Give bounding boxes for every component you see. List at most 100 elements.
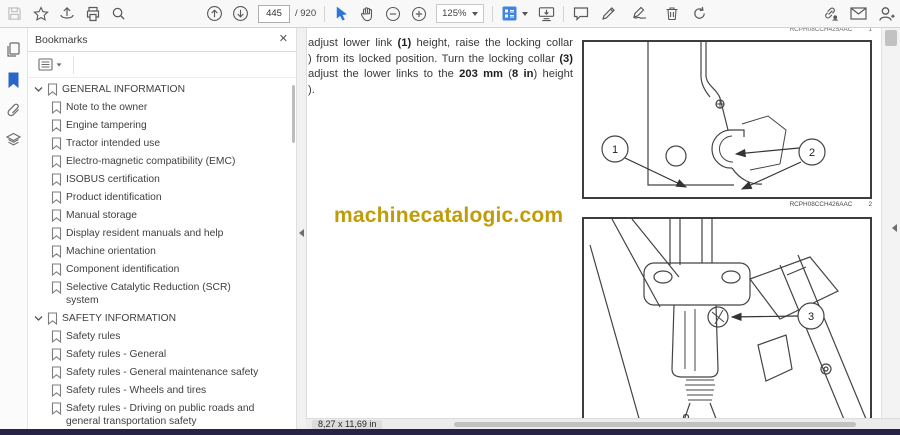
bookmarks-tree: GENERAL INFORMATION Note to the owner En… bbox=[28, 78, 296, 429]
bookmark-item-label: Engine tampering bbox=[66, 120, 147, 131]
sign-icon[interactable] bbox=[628, 5, 650, 22]
bookmark-item-label: Note to the owner bbox=[66, 102, 148, 113]
page-up-icon[interactable] bbox=[206, 5, 223, 22]
bookmark-item[interactable]: ISOBUS certification bbox=[28, 173, 296, 186]
chevron-down-icon[interactable] bbox=[34, 314, 44, 323]
bookmark-item[interactable]: Component identification bbox=[28, 263, 296, 276]
bookmark-item[interactable]: Machine orientation bbox=[28, 245, 296, 258]
pointer-icon[interactable] bbox=[333, 5, 350, 22]
bookmark-item[interactable]: Safety rules - Driving on public roads a… bbox=[28, 402, 296, 428]
bookmark-item-label: Electro-magnetic compatibility (EMC) bbox=[66, 156, 236, 167]
paragraph-line: adjust the lower links to the 203 mm (8 … bbox=[308, 68, 573, 81]
chevron-left-icon bbox=[299, 229, 304, 237]
body-paragraph: adjust lower link (1) height, raise the … bbox=[308, 36, 573, 98]
horizontal-scrollbar-thumb[interactable] bbox=[454, 422, 856, 427]
chevron-down-icon[interactable] bbox=[34, 85, 44, 94]
bookmarks-icon[interactable] bbox=[5, 71, 22, 88]
bookmark-item[interactable]: Tractor intended use bbox=[28, 137, 296, 150]
bookmark-item[interactable]: Product identification bbox=[28, 191, 296, 204]
share-link-icon[interactable] bbox=[822, 5, 839, 22]
bookmark-section[interactable]: SAFETY INFORMATION bbox=[28, 312, 296, 325]
bookmark-icon bbox=[51, 227, 62, 240]
figure-number: 1 bbox=[868, 28, 872, 33]
vertical-scrollbar-thumb[interactable] bbox=[885, 30, 897, 46]
figure-1: 1 2 bbox=[582, 40, 872, 199]
bookmark-item[interactable]: Safety rules - Wheels and tires bbox=[28, 384, 296, 397]
tools-panel-collapse-button[interactable] bbox=[888, 220, 900, 236]
toolbar-separator bbox=[492, 5, 494, 22]
bookmark-item[interactable]: Safety rules - General maintenance safet… bbox=[28, 366, 296, 379]
bookmark-icon bbox=[51, 384, 62, 397]
panel-divider bbox=[297, 28, 307, 429]
bookmark-item-label: Display resident manuals and help bbox=[66, 228, 224, 239]
hand-icon[interactable] bbox=[358, 5, 375, 22]
bookmark-icon bbox=[51, 119, 62, 132]
star-icon[interactable] bbox=[32, 5, 49, 22]
zoom-level-select[interactable]: 125% bbox=[436, 4, 485, 23]
bookmark-icon bbox=[51, 137, 62, 150]
taskbar-edge bbox=[0, 429, 900, 435]
bookmark-icon bbox=[51, 245, 62, 258]
bookmark-item[interactable]: Note to the owner bbox=[28, 101, 296, 114]
bookmark-item[interactable]: Safety rules bbox=[28, 330, 296, 343]
bookmark-item-label: Safety rules bbox=[66, 331, 121, 342]
reading-mode-icon[interactable] bbox=[538, 5, 555, 22]
bookmark-icon bbox=[51, 155, 62, 168]
rotate-icon[interactable] bbox=[691, 5, 708, 22]
share-upload-icon[interactable] bbox=[58, 5, 75, 22]
bookmarks-options-button[interactable] bbox=[35, 56, 65, 73]
bookmark-icon bbox=[51, 101, 62, 114]
figure-code: RCPH08CCH425AAC bbox=[789, 28, 853, 33]
trash-icon[interactable] bbox=[663, 5, 680, 22]
page-total-label: / 920 bbox=[295, 8, 317, 19]
attachments-icon[interactable] bbox=[5, 101, 22, 118]
bookmarks-scrollbar-thumb[interactable] bbox=[292, 85, 295, 143]
bookmark-item[interactable]: Electro-magnetic compatibility (EMC) bbox=[28, 155, 296, 168]
bookmark-item-label: Tractor intended use bbox=[66, 138, 161, 149]
comment-icon[interactable] bbox=[572, 5, 589, 22]
bookmark-icon bbox=[51, 366, 62, 379]
zoom-level-value: 125% bbox=[442, 8, 467, 19]
options-divider bbox=[73, 55, 74, 74]
toolbar-separator bbox=[563, 5, 565, 22]
bookmark-item-label: Safety rules - Wheels and tires bbox=[66, 385, 207, 396]
bookmark-item[interactable]: Selective Catalytic Reduction (SCR) syst… bbox=[28, 281, 296, 307]
email-icon[interactable] bbox=[850, 5, 867, 22]
pencil-icon[interactable] bbox=[600, 5, 617, 22]
print-icon[interactable] bbox=[84, 5, 101, 22]
bookmarks-options-row bbox=[28, 52, 296, 78]
page-down-icon[interactable] bbox=[232, 5, 249, 22]
callout-3-label: 3 bbox=[808, 311, 814, 323]
callout-2-label: 2 bbox=[809, 147, 815, 159]
close-icon[interactable]: ✕ bbox=[279, 34, 288, 45]
figure-code: RCPH08CCH426AAC bbox=[789, 201, 853, 208]
vertical-scrollbar[interactable] bbox=[881, 28, 900, 418]
layers-icon[interactable] bbox=[5, 131, 22, 148]
collapse-panel-button[interactable] bbox=[297, 226, 306, 240]
page-size-badge: 8,27 x 11,69 in bbox=[312, 420, 383, 429]
zoom-in-icon[interactable] bbox=[410, 5, 427, 22]
chevron-down-icon[interactable] bbox=[522, 11, 529, 16]
page-number-input[interactable]: 445 bbox=[258, 4, 290, 23]
sidebar-rail bbox=[0, 28, 28, 429]
zoom-out-icon[interactable] bbox=[384, 5, 401, 22]
paragraph-line: ). bbox=[308, 83, 315, 96]
bookmark-item[interactable]: Safety rules - General bbox=[28, 348, 296, 361]
bookmark-item[interactable]: Manual storage bbox=[28, 209, 296, 222]
bookmark-item-label: Manual storage bbox=[66, 210, 137, 221]
document-page[interactable]: RCPH08CCH425AAC 1 adjust lower link (1) … bbox=[307, 28, 881, 418]
add-person-icon[interactable] bbox=[878, 5, 895, 22]
bookmark-item[interactable]: Engine tampering bbox=[28, 119, 296, 132]
bookmark-item[interactable]: Display resident manuals and help bbox=[28, 227, 296, 240]
save-icon[interactable] bbox=[6, 5, 23, 22]
figure-2: 3 bbox=[582, 217, 872, 418]
page-view-icon[interactable] bbox=[501, 5, 518, 22]
bookmark-section[interactable]: GENERAL INFORMATION bbox=[28, 83, 296, 96]
bookmark-icon bbox=[51, 191, 62, 204]
page-thumbnails-icon[interactable] bbox=[5, 41, 22, 58]
search-icon[interactable] bbox=[110, 5, 127, 22]
bookmark-section-label: SAFETY INFORMATION bbox=[62, 313, 177, 324]
bookmark-icon bbox=[51, 281, 62, 294]
bookmarks-panel: Bookmarks ✕ GENERAL INFORMATION Note to … bbox=[28, 28, 297, 429]
bookmark-icon bbox=[51, 402, 62, 415]
